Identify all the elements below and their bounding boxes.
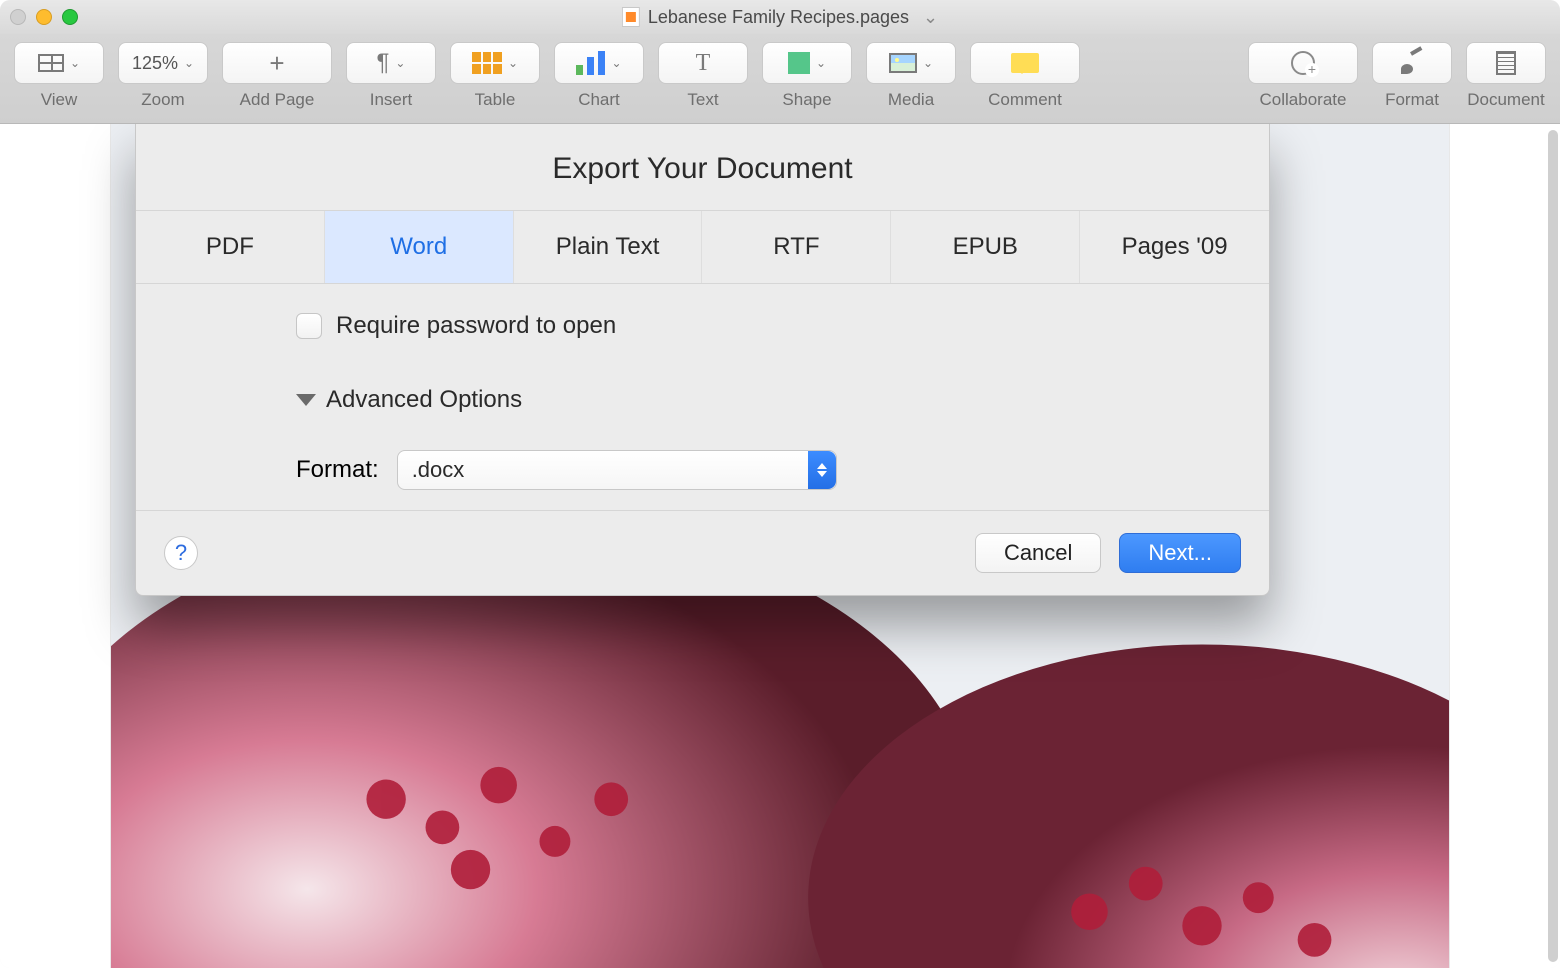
zoom-button[interactable]: 125% ⌄ bbox=[118, 42, 208, 84]
chart-button[interactable]: ⌄ bbox=[554, 42, 644, 84]
format-inspector-button[interactable] bbox=[1372, 42, 1452, 84]
chevron-down-icon: ⌄ bbox=[395, 56, 405, 70]
chevron-down-icon: ⌄ bbox=[923, 56, 933, 70]
disclosure-triangle-icon bbox=[296, 394, 316, 406]
tab-pdf[interactable]: PDF bbox=[136, 211, 325, 283]
help-button[interactable]: ? bbox=[164, 536, 198, 570]
require-password-label: Require password to open bbox=[336, 312, 616, 340]
format-select-value: .docx bbox=[412, 457, 465, 483]
view-label: View bbox=[41, 90, 78, 110]
table-button[interactable]: ⌄ bbox=[450, 42, 540, 84]
comment-icon bbox=[1011, 53, 1039, 73]
window-title-area[interactable]: Lebanese Family Recipes.pages ⌄ bbox=[622, 7, 938, 28]
insert-label: Insert bbox=[370, 90, 413, 110]
pilcrow-icon: ¶ bbox=[377, 49, 390, 77]
collaborate-label: Collaborate bbox=[1260, 90, 1347, 110]
collaborate-icon bbox=[1291, 51, 1315, 75]
chevron-down-icon: ⌄ bbox=[611, 56, 621, 70]
advanced-options-label: Advanced Options bbox=[326, 386, 522, 414]
format-label: Format bbox=[1385, 90, 1439, 110]
document-inspector-button[interactable] bbox=[1466, 42, 1546, 84]
table-icon bbox=[472, 52, 502, 74]
export-sheet: Export Your Document PDF Word Plain Text… bbox=[135, 124, 1270, 596]
comment-button[interactable] bbox=[970, 42, 1080, 84]
tab-epub[interactable]: EPUB bbox=[891, 211, 1080, 283]
export-format-tabs: PDF Word Plain Text RTF EPUB Pages '09 bbox=[136, 210, 1269, 284]
format-label: Format: bbox=[296, 456, 379, 484]
view-icon bbox=[38, 54, 64, 72]
export-title: Export Your Document bbox=[136, 124, 1269, 210]
table-label: Table bbox=[475, 90, 516, 110]
chart-icon bbox=[576, 51, 605, 75]
fullscreen-window-button[interactable] bbox=[62, 9, 78, 25]
help-icon: ? bbox=[175, 540, 187, 566]
minimize-window-button[interactable] bbox=[36, 9, 52, 25]
text-button[interactable]: T bbox=[658, 42, 748, 84]
cancel-button[interactable]: Cancel bbox=[975, 533, 1101, 573]
export-options-panel: Require password to open Advanced Option… bbox=[136, 284, 1269, 510]
vertical-scrollbar[interactable] bbox=[1548, 130, 1558, 962]
chart-label: Chart bbox=[578, 90, 620, 110]
zoom-value: 125% bbox=[132, 53, 178, 74]
tab-pages09[interactable]: Pages '09 bbox=[1080, 211, 1269, 283]
export-sheet-footer: ? Cancel Next... bbox=[136, 510, 1269, 595]
select-stepper-icon bbox=[808, 451, 836, 489]
tab-rtf[interactable]: RTF bbox=[702, 211, 891, 283]
view-button[interactable]: ⌄ bbox=[14, 42, 104, 84]
document-canvas: Export Your Document PDF Word Plain Text… bbox=[0, 124, 1560, 968]
advanced-options-toggle[interactable]: Advanced Options bbox=[296, 386, 1149, 414]
text-icon: T bbox=[696, 50, 711, 77]
shape-button[interactable]: ⌄ bbox=[762, 42, 852, 84]
window-title: Lebanese Family Recipes.pages bbox=[648, 7, 909, 28]
media-label: Media bbox=[888, 90, 934, 110]
document-icon bbox=[622, 7, 640, 27]
next-button[interactable]: Next... bbox=[1119, 533, 1241, 573]
title-dropdown-icon: ⌄ bbox=[923, 7, 938, 28]
add-page-label: Add Page bbox=[240, 90, 315, 110]
title-bar: Lebanese Family Recipes.pages ⌄ bbox=[0, 0, 1560, 34]
close-window-button[interactable] bbox=[10, 9, 26, 25]
chevron-down-icon: ⌄ bbox=[70, 56, 80, 70]
insert-button[interactable]: ¶⌄ bbox=[346, 42, 436, 84]
tab-plain-text[interactable]: Plain Text bbox=[514, 211, 703, 283]
shape-icon bbox=[788, 52, 810, 74]
plus-icon: + bbox=[269, 48, 284, 79]
brush-icon bbox=[1399, 52, 1425, 74]
zoom-label: Zoom bbox=[141, 90, 184, 110]
chevron-down-icon: ⌄ bbox=[508, 56, 518, 70]
pages-window: Lebanese Family Recipes.pages ⌄ ⌄ View 1… bbox=[0, 0, 1560, 968]
window-controls bbox=[10, 9, 78, 25]
toolbar: ⌄ View 125%⌄ Zoom + Add Page ¶⌄ Insert ⌄… bbox=[0, 34, 1560, 124]
collaborate-button[interactable] bbox=[1248, 42, 1358, 84]
media-icon bbox=[889, 53, 917, 73]
tab-word[interactable]: Word bbox=[325, 211, 514, 283]
shape-label: Shape bbox=[782, 90, 831, 110]
comment-label: Comment bbox=[988, 90, 1062, 110]
document-label: Document bbox=[1467, 90, 1544, 110]
require-password-checkbox[interactable] bbox=[296, 313, 322, 339]
format-select[interactable]: .docx bbox=[397, 450, 837, 490]
chevron-down-icon: ⌄ bbox=[816, 56, 826, 70]
media-button[interactable]: ⌄ bbox=[866, 42, 956, 84]
document-icon bbox=[1496, 51, 1516, 75]
text-label: Text bbox=[687, 90, 718, 110]
add-page-button[interactable]: + bbox=[222, 42, 332, 84]
chevron-down-icon: ⌄ bbox=[184, 56, 194, 70]
